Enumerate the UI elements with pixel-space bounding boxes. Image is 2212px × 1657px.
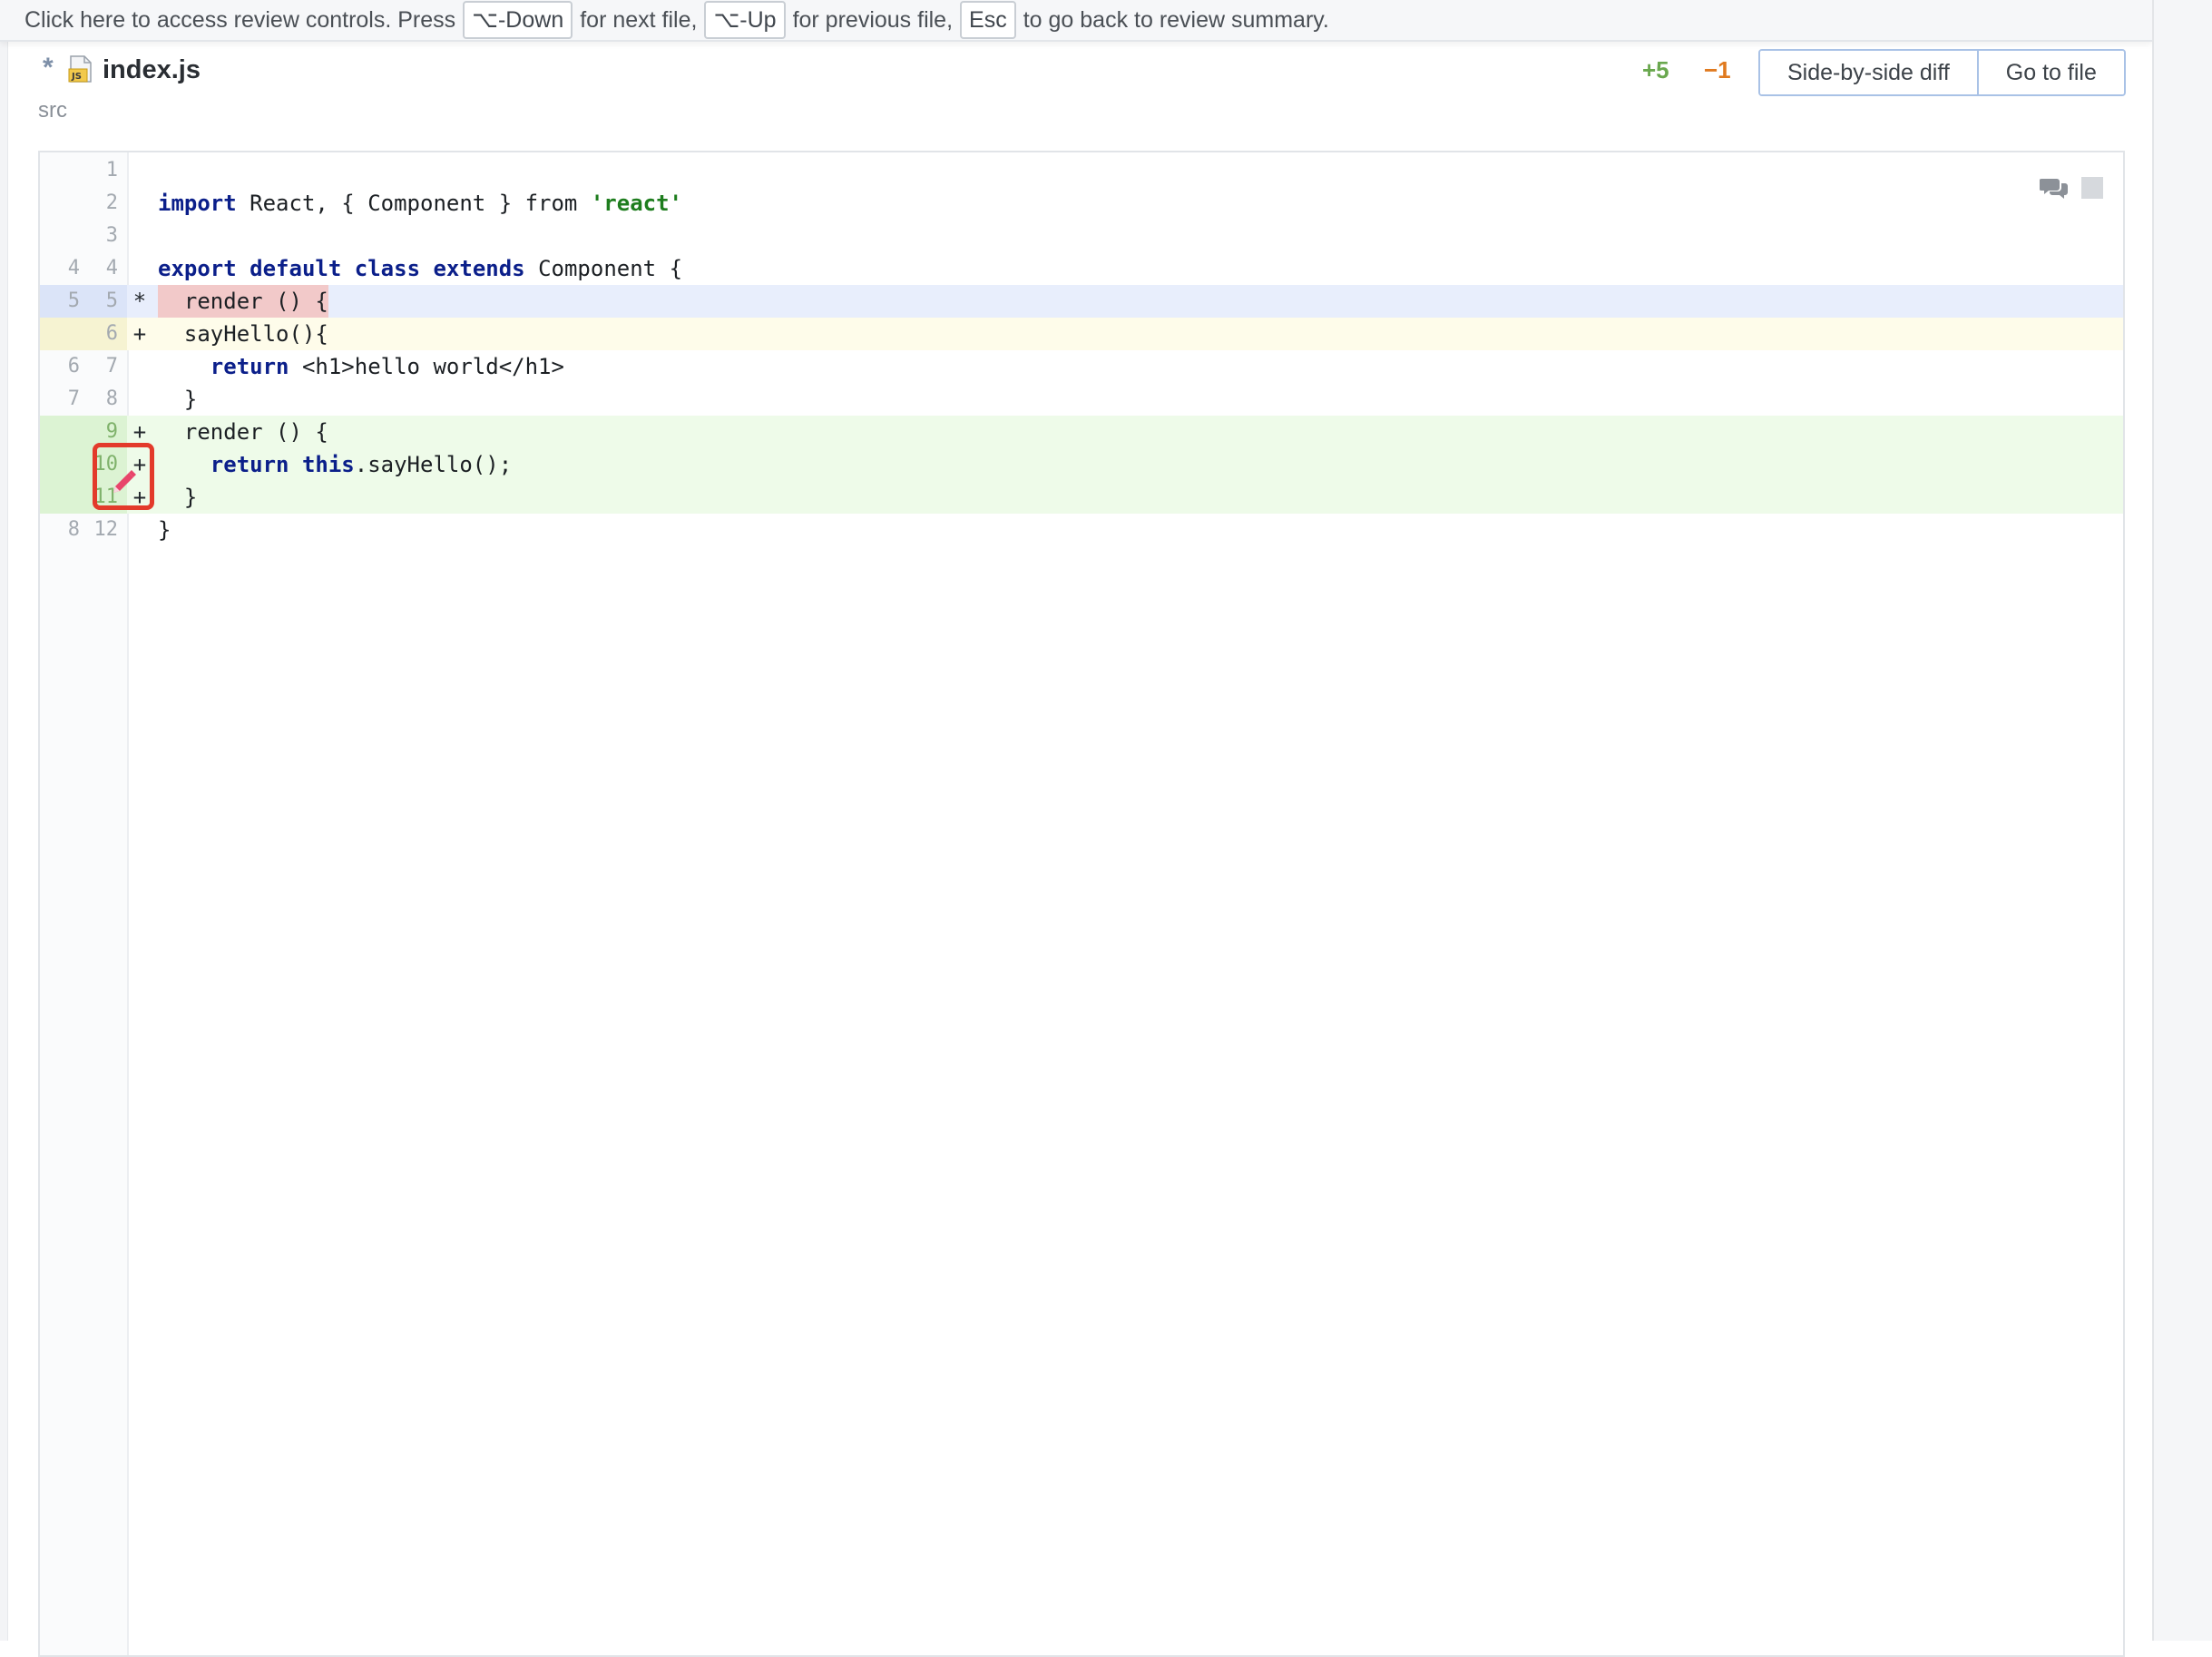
diff-line-added: 9 + render () {	[40, 416, 2123, 448]
diff-line: 8 12 }	[40, 514, 2123, 546]
hint-prefix: Click here to access review controls. Pr…	[24, 6, 456, 33]
old-line-number: 8	[67, 518, 80, 541]
change-marker: +	[132, 321, 147, 347]
diff-view: 1 2 import React, { Component } from 're…	[38, 151, 2125, 1657]
hint-esc-text: to go back to review summary.	[1023, 6, 1329, 33]
code-text: import React, { Component } from 'react'	[158, 187, 682, 220]
change-marker: *	[132, 289, 147, 314]
old-line-number: 6	[67, 355, 80, 377]
keyword: class	[354, 256, 421, 281]
diff-line-changed: 6 + sayHello(){	[40, 318, 2123, 350]
code-text: }	[158, 387, 198, 412]
new-line-number: 3	[105, 224, 118, 247]
keyword: this	[301, 452, 355, 477]
hint-prev-text: for previous file,	[792, 6, 954, 33]
new-line-number: 4	[105, 257, 118, 279]
code-text: render () {	[158, 419, 328, 445]
file-name[interactable]: index.js	[103, 54, 201, 85]
diff-line: 4 4 export default class extends Compone…	[40, 252, 2123, 285]
diff-lines: 1 2 import React, { Component } from 're…	[40, 154, 2123, 546]
code-text: }	[158, 517, 171, 543]
new-line-number: 6	[105, 322, 118, 345]
svg-text:JS: JS	[71, 72, 82, 82]
keyword: import	[158, 191, 237, 216]
keyword: return	[210, 354, 289, 379]
new-line-number: 5	[105, 289, 118, 312]
keyword: default	[250, 256, 342, 281]
code-fragment: .sayHello();	[354, 452, 513, 477]
key-esc: Esc	[960, 1, 1016, 39]
file-modified-marker: *	[43, 53, 54, 83]
review-controls-hint[interactable]: Click here to access review controls. Pr…	[0, 0, 2152, 42]
hint-next-text: for next file,	[580, 6, 698, 33]
code-text: }	[158, 485, 198, 510]
code-text: export default class extends Component {	[158, 252, 682, 285]
deletions-count: −1	[1704, 56, 1731, 83]
file-path: src	[38, 98, 67, 123]
page-left-edge	[0, 0, 8, 1641]
old-line-number: 7	[67, 387, 80, 410]
additions-count: +5	[1642, 56, 1669, 83]
diff-line: 2 import React, { Component } from 'reac…	[40, 187, 2123, 220]
diff-line: 1	[40, 154, 2123, 187]
keyword: return	[210, 452, 289, 477]
code-text: return <h1>hello world</h1>	[158, 350, 564, 383]
key-next-file: ⌥-Down	[463, 1, 573, 39]
key-prev-file: ⌥-Up	[704, 1, 786, 39]
diff-line-modified: 5 5 * render () {	[40, 285, 2123, 318]
edit-line-button[interactable]	[93, 443, 154, 510]
code-fragment: Component {	[524, 256, 683, 281]
code-text: sayHello(){	[158, 321, 328, 347]
diff-line: 3	[40, 220, 2123, 252]
code-text: return this.sayHello();	[158, 448, 512, 481]
old-line-number: 4	[67, 257, 80, 279]
code-fragment: React, { Component } from	[236, 191, 591, 216]
page-right-edge	[2152, 0, 2212, 1641]
keyword: extends	[433, 256, 525, 281]
new-line-number: 12	[93, 518, 119, 541]
go-to-file-button[interactable]: Go to file	[1976, 51, 2124, 94]
string-literal: 'react'	[590, 191, 682, 216]
file-actions: Side-by-side diff Go to file	[1758, 49, 2126, 96]
side-by-side-diff-button[interactable]: Side-by-side diff	[1760, 51, 1977, 94]
diff-line: 7 8 }	[40, 383, 2123, 416]
new-line-number: 7	[105, 355, 118, 377]
keyword: export	[158, 256, 237, 281]
code-fragment: <h1>hello world</h1>	[289, 354, 564, 379]
js-file-icon: JS	[68, 55, 92, 83]
new-line-number: 2	[105, 191, 118, 214]
diff-line-added: 11 + }	[40, 481, 2123, 514]
diff-line: 6 7 return <h1>hello world</h1>	[40, 350, 2123, 383]
new-line-number: 8	[105, 387, 118, 410]
new-line-number: 1	[105, 159, 118, 181]
deleted-code-text: render () {	[158, 285, 328, 318]
old-line-number: 5	[67, 289, 80, 312]
diff-line-added: 10 + return this.sayHello();	[40, 448, 2123, 481]
pencil-icon	[113, 470, 136, 493]
